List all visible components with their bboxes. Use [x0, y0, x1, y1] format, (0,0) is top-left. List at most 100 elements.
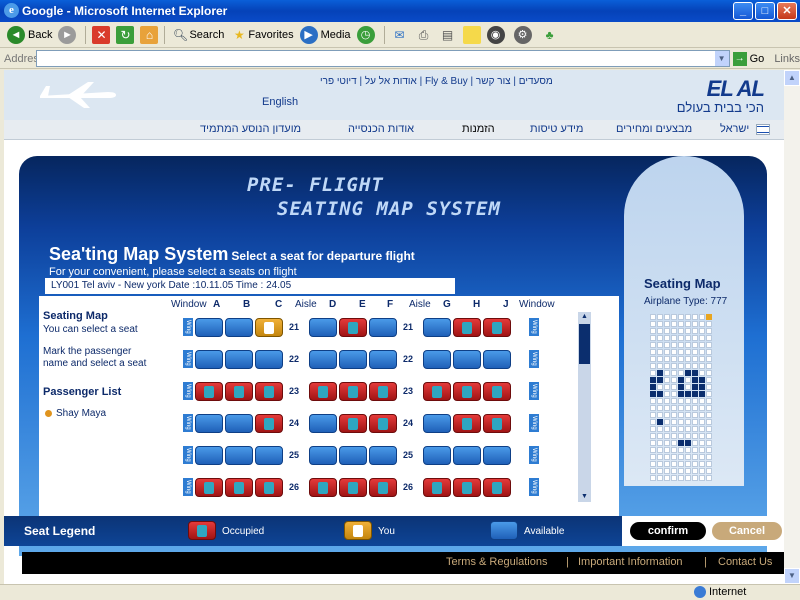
seat-26-2[interactable]	[255, 478, 283, 497]
scroll-up-icon[interactable]: ▲	[578, 312, 591, 322]
close-button[interactable]: ✕	[777, 2, 797, 20]
important-info-link[interactable]: Important Information	[578, 556, 683, 568]
seat-25-7[interactable]	[453, 446, 481, 465]
seat-23-8[interactable]	[483, 382, 511, 401]
minimize-button[interactable]: _	[733, 2, 753, 20]
go-button[interactable]: → Go	[732, 51, 764, 66]
chevron-down-icon[interactable]: ▼	[714, 51, 729, 66]
settings-button[interactable]: ⚙	[511, 24, 538, 46]
seat-25-8[interactable]	[483, 446, 511, 465]
seat-26-6[interactable]	[423, 478, 451, 497]
mini-seat-map[interactable]	[650, 314, 712, 481]
seat-21-8[interactable]	[483, 318, 511, 337]
seat-25-3[interactable]	[309, 446, 337, 465]
seat-22-6[interactable]	[423, 350, 451, 369]
seat-22-1[interactable]	[225, 350, 253, 369]
scroll-down-icon[interactable]: ▼	[784, 568, 800, 584]
back-button[interactable]: ◄ Back	[4, 24, 55, 46]
seat-21-4[interactable]	[339, 318, 367, 337]
seat-22-0[interactable]	[195, 350, 223, 369]
print-button[interactable]: ⎙	[412, 24, 436, 46]
seat-26-4[interactable]	[339, 478, 367, 497]
forward-button[interactable]: ►	[55, 24, 82, 46]
seat-22-7[interactable]	[453, 350, 481, 369]
cancel-button[interactable]: Cancel	[712, 522, 782, 540]
nav-flight-info[interactable]: מידע טיסות	[530, 123, 583, 135]
seat-22-3[interactable]	[309, 350, 337, 369]
nav-about[interactable]: אודות הכנסייה	[348, 123, 414, 135]
seat-26-0[interactable]	[195, 478, 223, 497]
messenger-button[interactable]: ♣	[538, 24, 562, 46]
passenger-item[interactable]: Shay Maya	[45, 408, 106, 419]
links-label[interactable]: Links	[774, 53, 800, 65]
seat-23-5[interactable]	[369, 382, 397, 401]
discuss-button[interactable]	[460, 24, 484, 46]
seat-21-0[interactable]	[195, 318, 223, 337]
seat-26-5[interactable]	[369, 478, 397, 497]
stop-button[interactable]: ✕	[89, 24, 113, 46]
home-button[interactable]: ⌂	[137, 24, 161, 46]
seat-26-7[interactable]	[453, 478, 481, 497]
research-button[interactable]: ◉	[484, 24, 511, 46]
nav-frequent-flyer[interactable]: מועדון הנוסע המתמיד	[200, 123, 301, 135]
seat-21-6[interactable]	[423, 318, 451, 337]
seat-23-4[interactable]	[339, 382, 367, 401]
seat-scrollbar[interactable]: ▲ ▼	[578, 312, 591, 502]
maximize-button[interactable]: □	[755, 2, 775, 20]
refresh-button[interactable]: ↻	[113, 24, 137, 46]
scroll-down-icon[interactable]: ▼	[578, 492, 591, 502]
seat-23-7[interactable]	[453, 382, 481, 401]
seat-21-7[interactable]	[453, 318, 481, 337]
media-button[interactable]: ▶ Media	[297, 24, 354, 46]
scroll-up-icon[interactable]: ▲	[784, 70, 800, 86]
seat-25-4[interactable]	[339, 446, 367, 465]
seat-23-0[interactable]	[195, 382, 223, 401]
seat-24-0[interactable]	[195, 414, 223, 433]
seat-24-8[interactable]	[483, 414, 511, 433]
seat-24-4[interactable]	[339, 414, 367, 433]
nav-deals[interactable]: מבצעים ומחירים	[616, 123, 692, 135]
seat-22-4[interactable]	[339, 350, 367, 369]
edit-button[interactable]: ▤	[436, 24, 460, 46]
seat-21-2[interactable]	[255, 318, 283, 337]
seat-24-1[interactable]	[225, 414, 253, 433]
search-button[interactable]: 🔍︎ Search	[168, 24, 227, 46]
favorites-button[interactable]: ★ Favorites	[227, 24, 296, 46]
contact-link[interactable]: Contact Us	[718, 556, 772, 568]
elal-logo[interactable]: EL AL הכי בבית בעולם	[677, 76, 765, 115]
seat-25-6[interactable]	[423, 446, 451, 465]
seat-21-3[interactable]	[309, 318, 337, 337]
page-scrollbar[interactable]: ▲ ▼	[784, 70, 800, 584]
seat-25-5[interactable]	[369, 446, 397, 465]
seat-23-6[interactable]	[423, 382, 451, 401]
seat-22-5[interactable]	[369, 350, 397, 369]
mail-button[interactable]: ✉	[388, 24, 412, 46]
seat-24-5[interactable]	[369, 414, 397, 433]
seat-26-8[interactable]	[483, 478, 511, 497]
scroll-thumb[interactable]	[579, 324, 590, 364]
nav-israel[interactable]: ישראל	[720, 123, 749, 135]
nav-bookings[interactable]: הזמנות	[462, 123, 495, 135]
seat-21-5[interactable]	[369, 318, 397, 337]
seat-22-8[interactable]	[483, 350, 511, 369]
seat-26-3[interactable]	[309, 478, 337, 497]
seat-26-1[interactable]	[225, 478, 253, 497]
seat-23-1[interactable]	[225, 382, 253, 401]
address-input[interactable]: ▼	[36, 50, 730, 67]
seat-23-2[interactable]	[255, 382, 283, 401]
confirm-button[interactable]: confirm	[630, 522, 706, 540]
english-link[interactable]: English	[262, 96, 298, 108]
seat-24-7[interactable]	[453, 414, 481, 433]
seat-24-2[interactable]	[255, 414, 283, 433]
seat-22-2[interactable]	[255, 350, 283, 369]
seat-24-6[interactable]	[423, 414, 451, 433]
history-button[interactable]: ◷	[354, 24, 381, 46]
seat-24-3[interactable]	[309, 414, 337, 433]
seat-23-3[interactable]	[309, 382, 337, 401]
top-links[interactable]: אודות אל על | דיוטי פרי | Fly & Buy | מס…	[320, 76, 553, 87]
seat-25-0[interactable]	[195, 446, 223, 465]
terms-link[interactable]: Terms & Regulations	[446, 556, 548, 568]
seat-25-2[interactable]	[255, 446, 283, 465]
seat-21-1[interactable]	[225, 318, 253, 337]
seat-25-1[interactable]	[225, 446, 253, 465]
